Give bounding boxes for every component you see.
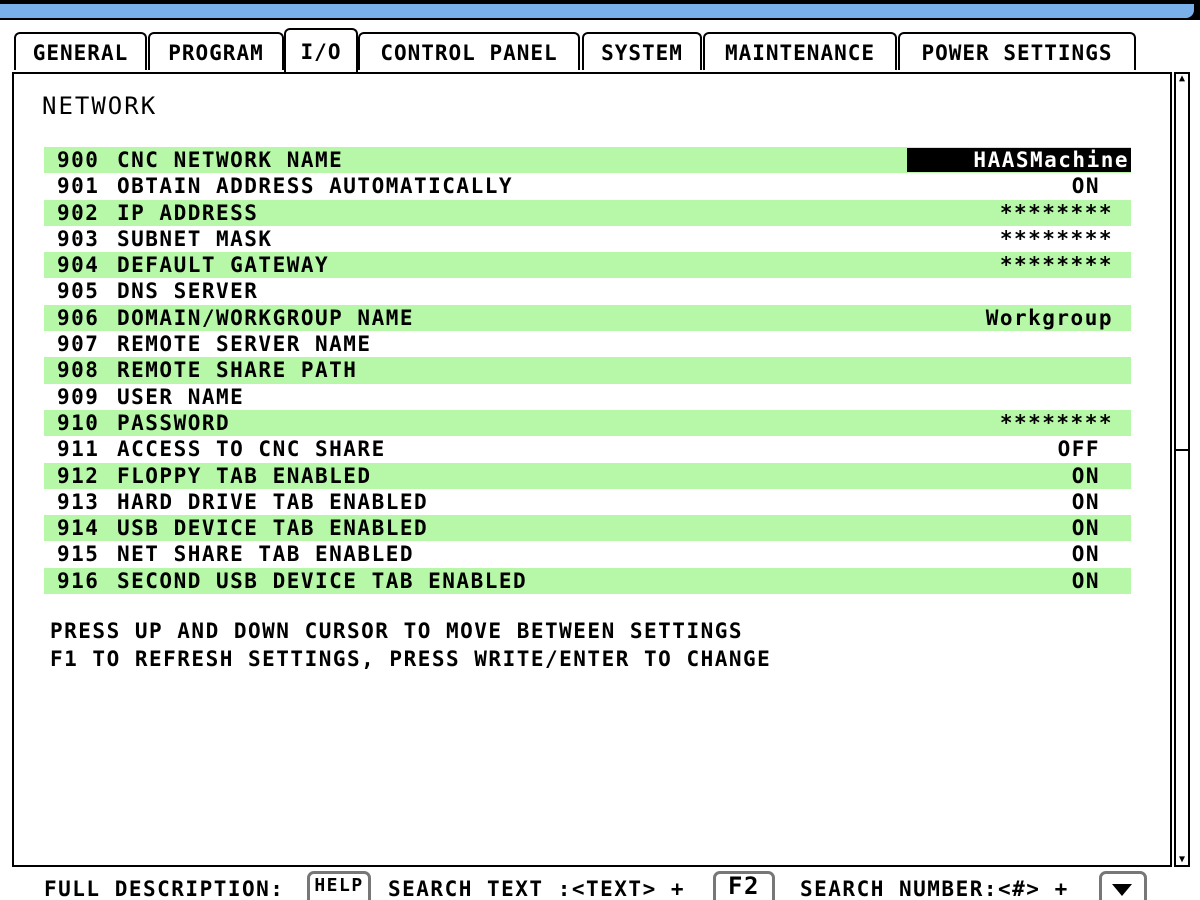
setting-number: 906 bbox=[57, 305, 100, 330]
setting-row-903[interactable]: 903 SUBNET MASK ******** bbox=[44, 226, 1131, 252]
setting-row-906[interactable]: 906 DOMAIN/WORKGROUP NAME Workgroup bbox=[44, 304, 1131, 332]
setting-label: USER NAME bbox=[117, 384, 245, 409]
setting-label: HARD DRIVE TAB ENABLED bbox=[117, 489, 429, 514]
setting-number: 900 bbox=[57, 148, 100, 172]
setting-number: 911 bbox=[57, 437, 100, 462]
scrollbar-thumb[interactable] bbox=[1176, 449, 1188, 849]
setting-number: 914 bbox=[57, 516, 100, 541]
setting-value-selected[interactable]: HAASMachine bbox=[907, 148, 1131, 172]
setting-value: ON bbox=[1071, 489, 1100, 514]
setting-label: SECOND USB DEVICE TAB ENABLED bbox=[117, 568, 528, 593]
title-bar-strip bbox=[0, 4, 1194, 18]
down-key-button[interactable] bbox=[1099, 871, 1147, 900]
setting-label: REMOTE SHARE PATH bbox=[117, 358, 358, 383]
setting-number: 901 bbox=[57, 174, 100, 199]
setting-label: DNS SERVER bbox=[117, 279, 259, 304]
setting-number: 910 bbox=[57, 410, 100, 435]
setting-row-909[interactable]: 909 USER NAME bbox=[44, 384, 1131, 410]
search-text-label: SEARCH TEXT :<TEXT> + bbox=[388, 877, 686, 900]
setting-row-904[interactable]: 904 DEFAULT GATEWAY ******** bbox=[44, 252, 1131, 279]
setting-row-907[interactable]: 907 REMOTE SERVER NAME bbox=[44, 331, 1131, 357]
setting-value: ON bbox=[1071, 568, 1100, 593]
full-description-label: FULL DESCRIPTION: bbox=[44, 877, 285, 900]
setting-row-912[interactable]: 912 FLOPPY TAB ENABLED ON bbox=[44, 462, 1131, 489]
tab-maintenance[interactable]: MAINTENANCE bbox=[703, 32, 897, 70]
setting-number: 915 bbox=[57, 542, 100, 567]
setting-row-911[interactable]: 911 ACCESS TO CNC SHARE OFF bbox=[44, 436, 1131, 462]
setting-row-908[interactable]: 908 REMOTE SHARE PATH bbox=[44, 357, 1131, 384]
section-title: NETWORK bbox=[42, 92, 158, 120]
setting-value: ******** bbox=[999, 410, 1113, 435]
setting-row-916[interactable]: 916 SECOND USB DEVICE TAB ENABLED ON bbox=[44, 567, 1131, 595]
setting-value: ON bbox=[1071, 542, 1100, 567]
setting-value: ******** bbox=[999, 226, 1113, 251]
setting-number: 916 bbox=[57, 568, 100, 593]
tab-io[interactable]: I/O bbox=[284, 28, 358, 72]
setting-number: 904 bbox=[57, 253, 100, 278]
help-key-button[interactable]: HELP bbox=[307, 871, 371, 900]
down-arrow-icon bbox=[1112, 884, 1132, 896]
setting-label: ACCESS TO CNC SHARE bbox=[117, 437, 386, 462]
setting-value: ON bbox=[1071, 516, 1100, 541]
help-text: PRESS UP AND DOWN CURSOR TO MOVE BETWEEN… bbox=[50, 617, 771, 673]
f2-key-button[interactable]: F2 bbox=[713, 871, 775, 900]
setting-number: 909 bbox=[57, 384, 100, 409]
setting-value: ******** bbox=[999, 253, 1113, 278]
setting-row-905[interactable]: 905 DNS SERVER bbox=[44, 278, 1131, 304]
setting-label: NET SHARE TAB ENABLED bbox=[117, 542, 415, 567]
setting-row-913[interactable]: 913 HARD DRIVE TAB ENABLED ON bbox=[44, 489, 1131, 515]
scroll-down-arrow-icon[interactable]: ▼ bbox=[1177, 855, 1187, 865]
setting-row-901[interactable]: 901 OBTAIN ADDRESS AUTOMATICALLY ON bbox=[44, 173, 1131, 199]
tab-general[interactable]: GENERAL bbox=[14, 32, 147, 70]
help-line-1: PRESS UP AND DOWN CURSOR TO MOVE BETWEEN… bbox=[50, 619, 744, 643]
setting-label: FLOPPY TAB ENABLED bbox=[117, 463, 372, 488]
setting-number: 913 bbox=[57, 489, 100, 514]
setting-number: 908 bbox=[57, 358, 100, 383]
setting-row-915[interactable]: 915 NET SHARE TAB ENABLED ON bbox=[44, 541, 1131, 567]
setting-number: 903 bbox=[57, 226, 100, 251]
setting-label: OBTAIN ADDRESS AUTOMATICALLY bbox=[117, 174, 514, 199]
setting-number: 912 bbox=[57, 463, 100, 488]
setting-label: SUBNET MASK bbox=[117, 226, 273, 251]
setting-label: IP ADDRESS bbox=[117, 200, 259, 225]
setting-label: CNC NETWORK NAME bbox=[117, 148, 344, 172]
setting-label: USB DEVICE TAB ENABLED bbox=[117, 516, 429, 541]
setting-value: ON bbox=[1071, 463, 1100, 488]
setting-row-902[interactable]: 902 IP ADDRESS ******** bbox=[44, 199, 1131, 226]
setting-label: DEFAULT GATEWAY bbox=[117, 253, 330, 278]
settings-list: 900 CNC NETWORK NAME HAASMachine 901 OBT… bbox=[44, 147, 1131, 595]
scroll-up-arrow-icon[interactable]: ▲ bbox=[1177, 74, 1187, 84]
setting-number: 902 bbox=[57, 200, 100, 225]
tab-power-settings[interactable]: POWER SETTINGS bbox=[898, 32, 1136, 70]
tab-bar: GENERAL PROGRAM I/O CONTROL PANEL SYSTEM… bbox=[12, 28, 1192, 74]
setting-value: ******** bbox=[999, 200, 1113, 225]
title-bar bbox=[0, 0, 1200, 20]
help-key-label: HELP bbox=[314, 875, 364, 896]
footer-bar: FULL DESCRIPTION: HELP SEARCH TEXT :<TEX… bbox=[0, 869, 1200, 900]
setting-value: OFF bbox=[1057, 437, 1100, 462]
scrollbar[interactable]: ▲ ▼ bbox=[1174, 72, 1190, 867]
f2-key-label: F2 bbox=[728, 872, 760, 900]
setting-row-900[interactable]: 900 CNC NETWORK NAME HAASMachine bbox=[44, 147, 1131, 174]
setting-label: PASSWORD bbox=[117, 410, 231, 435]
help-line-2: F1 TO REFRESH SETTINGS, PRESS WRITE/ENTE… bbox=[50, 647, 772, 671]
setting-number: 907 bbox=[57, 332, 100, 357]
tab-program[interactable]: PROGRAM bbox=[148, 32, 284, 70]
setting-row-910[interactable]: 910 PASSWORD ******** bbox=[44, 409, 1131, 437]
setting-value: Workgroup bbox=[985, 305, 1113, 330]
tab-system[interactable]: SYSTEM bbox=[582, 32, 702, 70]
setting-row-914[interactable]: 914 USB DEVICE TAB ENABLED ON bbox=[44, 515, 1131, 542]
tab-control-panel[interactable]: CONTROL PANEL bbox=[358, 32, 580, 70]
setting-label: DOMAIN/WORKGROUP NAME bbox=[117, 305, 415, 330]
search-number-label: SEARCH NUMBER:<#> + bbox=[800, 877, 1069, 900]
setting-value: ON bbox=[1071, 174, 1100, 199]
setting-number: 905 bbox=[57, 279, 100, 304]
setting-label: REMOTE SERVER NAME bbox=[117, 332, 372, 357]
